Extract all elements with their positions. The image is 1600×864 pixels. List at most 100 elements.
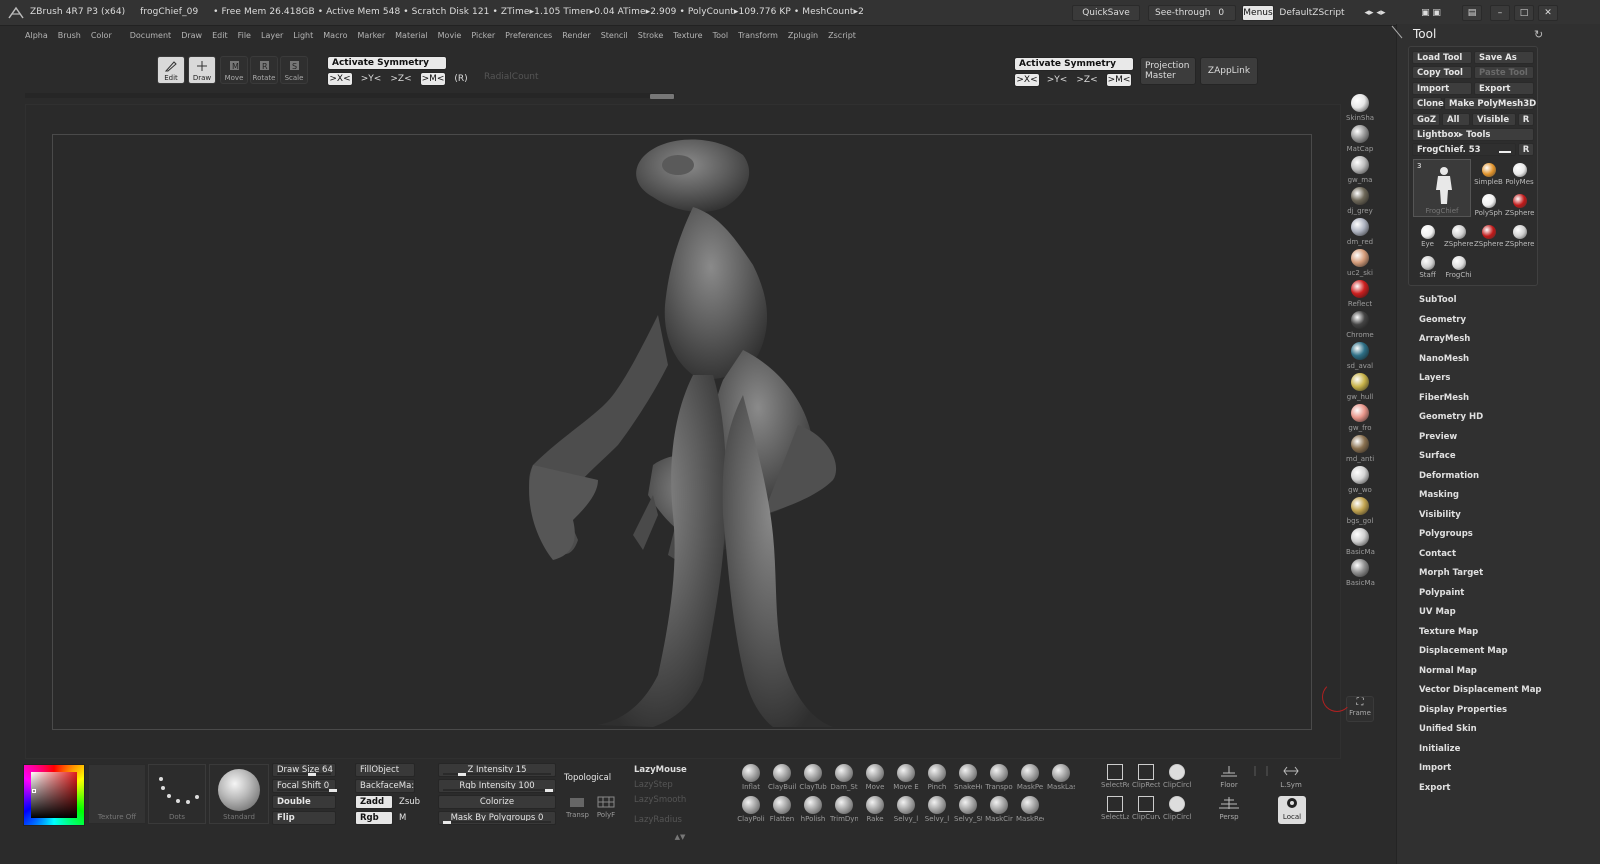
backface-mask-button[interactable]: BackfaceMa: (355, 779, 415, 793)
select-brush-1-1[interactable]: ClipCurv (1132, 796, 1160, 821)
canvas-viewport[interactable] (52, 134, 1312, 730)
subpalette-uv-map[interactable]: UV Map (1419, 607, 1456, 617)
rgb-intensity-slider[interactable]: Rgb Intensity 100 (438, 779, 556, 793)
tool-thumb-7[interactable]: ZSphere (1474, 222, 1503, 251)
copy-tool-button[interactable]: Copy Tool (1412, 66, 1472, 79)
material-9[interactable]: gw_hull (1346, 373, 1374, 401)
brush-0[interactable]: Inflat (737, 764, 765, 791)
flip-toggle[interactable]: Flip (272, 811, 336, 825)
sym-z-toggle[interactable]: >Z< (388, 72, 414, 86)
menu-transform[interactable]: Transform (733, 31, 783, 40)
color-picker[interactable] (23, 764, 85, 826)
make-polymesh-button[interactable]: Make PolyMesh3D (1444, 97, 1536, 110)
select-brush-1-0[interactable]: SelectLa (1101, 796, 1129, 821)
brush-row2-5[interactable]: Selvy_l (892, 796, 920, 823)
edit-mode-button[interactable]: Edit (157, 56, 185, 84)
brush-row2-7[interactable]: Selvy_Standar (954, 796, 982, 823)
activate-symmetry-button[interactable]: Activate Symmetry (327, 56, 447, 70)
brush-3[interactable]: Dam_St (830, 764, 858, 791)
tool-thumb-9[interactable]: Staff (1413, 253, 1442, 282)
fill-object-button[interactable]: FillObject (355, 763, 415, 777)
lock-icon[interactable]: ▤ (1462, 5, 1482, 21)
zapplink-button[interactable]: ZAppLink (1200, 57, 1258, 85)
export-button[interactable]: Export (1474, 82, 1534, 95)
brush-slot[interactable]: Standard (209, 764, 269, 824)
tool-thumb-8[interactable]: ZSphere (1505, 222, 1534, 251)
brush-row2-8[interactable]: MaskCir (985, 796, 1013, 823)
tool-thumb-4[interactable]: ZSphere (1505, 191, 1534, 220)
palette-layout-icon[interactable]: ▣ ▣ (1406, 5, 1456, 21)
menu-stencil[interactable]: Stencil (596, 31, 633, 40)
sym-z-toggle-2[interactable]: >Z< (1074, 73, 1100, 87)
maximize-icon[interactable]: □ (1514, 5, 1534, 21)
sym-x-toggle-2[interactable]: >X< (1014, 73, 1040, 87)
horizontal-scrollbar[interactable] (25, 93, 675, 98)
clone-button[interactable]: Clone (1412, 97, 1444, 110)
menu-texture[interactable]: Texture (668, 31, 707, 40)
subpalette-preview[interactable]: Preview (1419, 432, 1457, 442)
scroll-thumb[interactable] (650, 94, 674, 99)
select-brush-0-2[interactable]: ClipCircl (1163, 764, 1191, 789)
material-13[interactable]: bgs_gol (1346, 497, 1374, 525)
subpalette-layers[interactable]: Layers (1419, 373, 1450, 383)
material-6[interactable]: Reflect (1346, 280, 1374, 308)
subpalette-geometry-hd[interactable]: Geometry HD (1419, 412, 1483, 422)
menu-render[interactable]: Render (557, 31, 595, 40)
stroke-slot[interactable]: Dots (148, 764, 206, 824)
menu-tool[interactable]: Tool (708, 31, 734, 40)
menu-layer[interactable]: Layer (256, 31, 288, 40)
quicksave-button[interactable]: QuickSave (1072, 5, 1140, 21)
tool-thumb-5[interactable]: Eye (1413, 222, 1442, 251)
tool-thumb-10[interactable]: FrogChi (1444, 253, 1473, 282)
mask-by-polygroups-slider[interactable]: Mask By Polygroups 0 (438, 811, 556, 825)
subpalette-display-properties[interactable]: Display Properties (1419, 705, 1507, 715)
subpalette-nanomesh[interactable]: NanoMesh (1419, 354, 1469, 364)
lazysmooth-slider[interactable]: LazySmooth (634, 795, 686, 805)
sym-y-toggle[interactable]: >Y< (358, 72, 384, 86)
persp-button[interactable]: Persp (1216, 796, 1242, 824)
brush-row2-1[interactable]: Flatten (768, 796, 796, 823)
material-3[interactable]: dj_grey (1346, 187, 1374, 215)
brush-row2-0[interactable]: ClayPoli (737, 796, 765, 823)
local-button[interactable]: Local (1278, 796, 1306, 824)
sym-m-toggle[interactable]: >M< (420, 72, 446, 86)
lazystep-slider[interactable]: LazyStep (634, 780, 673, 790)
activate-symmetry-button-2[interactable]: Activate Symmetry (1014, 57, 1134, 71)
goz-all-button[interactable]: All (1442, 113, 1470, 126)
menu-light[interactable]: Light (288, 31, 318, 40)
rgb-toggle[interactable]: Rgb (355, 811, 393, 825)
brush-row2-9[interactable]: MaskRec (1016, 796, 1044, 823)
draw-size-slider[interactable]: Draw Size 64 (272, 763, 336, 777)
menu-preferences[interactable]: Preferences (500, 31, 557, 40)
goz-r-button[interactable]: R (1518, 113, 1534, 126)
subpalette-fibermesh[interactable]: FiberMesh (1419, 393, 1469, 403)
subpalette-surface[interactable]: Surface (1419, 451, 1456, 461)
menu-document[interactable]: Document (125, 31, 176, 40)
material-12[interactable]: gw_wo (1346, 466, 1374, 494)
menu-zscript[interactable]: Zscript (823, 31, 861, 40)
subpalette-polygroups[interactable]: Polygroups (1419, 529, 1473, 539)
radial-count-slider[interactable]: RadialCount (480, 70, 558, 84)
colorize-button[interactable]: Colorize (438, 795, 556, 809)
projection-master-button[interactable]: Projection Master (1140, 57, 1196, 85)
subpalette-masking[interactable]: Masking (1419, 490, 1459, 500)
brush-10[interactable]: MaskLas (1047, 764, 1075, 791)
menu-edit[interactable]: Edit (207, 31, 233, 40)
move-mode-button[interactable]: M Move (220, 56, 248, 84)
lightbox-tools-button[interactable]: Lightbox▸ Tools (1412, 128, 1534, 141)
menu-movie[interactable]: Movie (433, 31, 467, 40)
current-tool-r-button[interactable]: R (1518, 143, 1534, 156)
double-toggle[interactable]: Double (272, 795, 336, 809)
texture-slot[interactable]: Texture Off (88, 764, 146, 824)
menu-zplugin[interactable]: Zplugin (783, 31, 823, 40)
load-tool-button[interactable]: Load Tool (1412, 51, 1472, 64)
menu-draw[interactable]: Draw (176, 31, 207, 40)
brush-2[interactable]: ClayTub (799, 764, 827, 791)
material-10[interactable]: gw_fro (1346, 404, 1374, 432)
menu-material[interactable]: Material (390, 31, 433, 40)
menu-macro[interactable]: Macro (318, 31, 352, 40)
frog-chief-model[interactable] (53, 135, 1313, 731)
material-5[interactable]: uc2_ski (1346, 249, 1374, 277)
brush-5[interactable]: Move E (892, 764, 920, 791)
material-7[interactable]: Chrome (1346, 311, 1374, 339)
